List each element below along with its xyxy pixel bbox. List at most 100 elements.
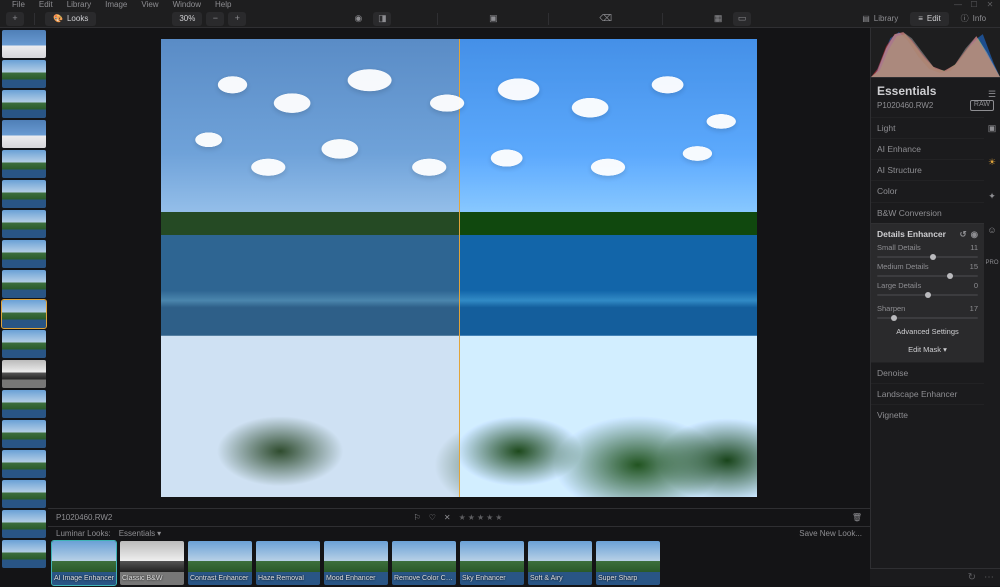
menu-edit[interactable]: Edit xyxy=(33,0,59,10)
trash-icon[interactable]: 🗑 xyxy=(852,513,862,523)
filter-list: Light AI Enhance AI Structure Color B&W … xyxy=(871,117,1000,426)
save-look-button[interactable]: Save New Look... xyxy=(799,529,862,539)
menu-view[interactable]: View xyxy=(135,0,164,10)
compare-toggle[interactable]: ◨ xyxy=(373,12,391,26)
looks-category[interactable]: Essentials xyxy=(119,529,155,539)
zoom-in-button[interactable]: + xyxy=(228,12,246,26)
filter-name: Details Enhancer xyxy=(877,229,946,239)
look-item[interactable]: Remove Color Cast xyxy=(392,541,456,585)
preview-image[interactable] xyxy=(161,39,757,497)
statusbar-right: ↻ ⋯ xyxy=(870,568,1000,586)
menu-file[interactable]: File xyxy=(6,0,31,10)
single-icon[interactable]: ▭ xyxy=(733,12,751,26)
slider-large-details[interactable] xyxy=(877,292,978,298)
grid-icon[interactable]: ▦ xyxy=(709,12,727,26)
slider-label: Medium Details xyxy=(877,262,929,271)
mode-info[interactable]: ⓘInfo xyxy=(953,12,994,26)
thumbnail[interactable] xyxy=(2,450,46,478)
menu-window[interactable]: Window xyxy=(167,0,207,10)
filmstrip[interactable] xyxy=(0,28,48,586)
close-button[interactable]: ✕ xyxy=(986,0,994,10)
looks-strip[interactable]: AI Image Enhancer Classic B&W Contrast E… xyxy=(48,541,870,587)
advanced-settings-button[interactable]: Advanced Settings xyxy=(877,324,978,339)
filter-ai-enhance[interactable]: AI Enhance xyxy=(871,138,984,159)
stage-status-bar: P1020460.RW2 ⚐ ♡ ✕ ★★★★★ 🗑 xyxy=(48,508,870,526)
thumbnail[interactable] xyxy=(2,540,46,568)
zoom-out-button[interactable]: − xyxy=(206,12,224,26)
filter-light[interactable]: Light xyxy=(871,117,984,138)
thumbnail[interactable] xyxy=(2,210,46,238)
look-item[interactable]: Sky Enhancer xyxy=(460,541,524,585)
thumbnail[interactable] xyxy=(2,510,46,538)
titlebar: File Edit Library Image View Window Help… xyxy=(0,0,1000,10)
look-item[interactable]: Super Sharp xyxy=(596,541,660,585)
rating-stars[interactable]: ★★★★★ xyxy=(459,513,505,523)
look-item[interactable]: Contrast Enhancer xyxy=(188,541,252,585)
look-item[interactable]: Mood Enhancer xyxy=(324,541,388,585)
portrait-icon[interactable]: ☺ xyxy=(986,224,998,236)
zoom-percent[interactable]: 30% xyxy=(172,12,202,26)
thumbnail[interactable] xyxy=(2,90,46,118)
add-button[interactable]: + xyxy=(6,12,24,26)
status-filename: P1020460.RW2 xyxy=(56,513,112,523)
edit-mask-button[interactable]: Edit Mask ▾ xyxy=(877,342,978,357)
eye-icon[interactable]: ◉ xyxy=(349,12,367,26)
creative-icon[interactable]: ✦ xyxy=(986,190,998,202)
thumbnail[interactable] xyxy=(2,180,46,208)
slider-small-details[interactable] xyxy=(877,254,978,260)
menu-dots-icon[interactable]: ⋯ xyxy=(984,572,994,584)
thumbnail[interactable] xyxy=(2,240,46,268)
thumbnail[interactable] xyxy=(2,360,46,388)
thumbnail[interactable] xyxy=(2,120,46,148)
slider-label: Small Details xyxy=(877,243,921,252)
menu-image[interactable]: Image xyxy=(99,0,133,10)
minimize-button[interactable]: — xyxy=(954,0,962,10)
reject-icon[interactable]: ✕ xyxy=(444,513,451,523)
mode-edit[interactable]: ≡Edit xyxy=(910,12,948,26)
look-item[interactable]: Soft & Airy xyxy=(528,541,592,585)
thumbnail[interactable] xyxy=(2,60,46,88)
thumbnail[interactable] xyxy=(2,420,46,448)
thumbnail[interactable] xyxy=(2,150,46,178)
history-icon[interactable]: ↻ xyxy=(968,572,976,584)
heart-icon[interactable]: ♡ xyxy=(429,513,436,523)
thumbnail-selected[interactable] xyxy=(2,300,46,328)
menu-library[interactable]: Library xyxy=(61,0,97,10)
compare-divider[interactable] xyxy=(459,39,460,497)
crop-icon[interactable]: ▣ xyxy=(484,12,502,26)
essentials-icon[interactable]: ☀ xyxy=(986,156,998,168)
erase-icon[interactable]: ⌫ xyxy=(595,12,616,26)
filter-vignette[interactable]: Vignette xyxy=(871,404,984,425)
thumbnail[interactable] xyxy=(2,270,46,298)
window-controls: — ☐ ✕ xyxy=(954,0,994,10)
thumbnail[interactable] xyxy=(2,390,46,418)
look-item[interactable]: Haze Removal xyxy=(256,541,320,585)
chevron-down-icon[interactable]: ▾ xyxy=(157,529,161,539)
look-item[interactable]: Classic B&W xyxy=(120,541,184,585)
slider-sharpen[interactable] xyxy=(877,315,978,321)
thumbnail[interactable] xyxy=(2,480,46,508)
slider-medium-details[interactable] xyxy=(877,273,978,279)
visibility-icon[interactable]: ◉ xyxy=(971,229,978,239)
look-item[interactable]: AI Image Enhancer xyxy=(52,541,116,585)
thumbnail[interactable] xyxy=(2,30,46,58)
filter-details-enhancer[interactable]: Details Enhancer ↺ ◉ Small Details11 Med… xyxy=(871,223,984,362)
stage: Before After P1020460.RW2 ⚐ ♡ ✕ ★★★★★ 🗑 … xyxy=(48,28,870,586)
mode-library[interactable]: ▤Library xyxy=(854,12,906,26)
canvas-icon[interactable]: ▣ xyxy=(986,122,998,134)
filter-color[interactable]: Color xyxy=(871,180,984,201)
info-icon: ⓘ xyxy=(961,14,969,24)
filter-bw[interactable]: B&W Conversion xyxy=(871,202,984,223)
menu-help[interactable]: Help xyxy=(209,0,237,10)
thumbnail[interactable] xyxy=(2,330,46,358)
reset-icon[interactable]: ↺ xyxy=(959,229,966,239)
filter-denoise[interactable]: Denoise xyxy=(871,362,984,383)
looks-button[interactable]: 🎨 Looks xyxy=(45,12,96,26)
layers-icon[interactable]: ☰ xyxy=(986,88,998,100)
maximize-button[interactable]: ☐ xyxy=(970,0,978,10)
flag-icon[interactable]: ⚐ xyxy=(414,513,421,523)
filter-landscape-enhancer[interactable]: Landscape Enhancer xyxy=(871,383,984,404)
looks-row-label: Luminar Looks: xyxy=(56,529,111,539)
pro-icon[interactable]: PRO xyxy=(986,258,998,270)
filter-ai-structure[interactable]: AI Structure xyxy=(871,159,984,180)
